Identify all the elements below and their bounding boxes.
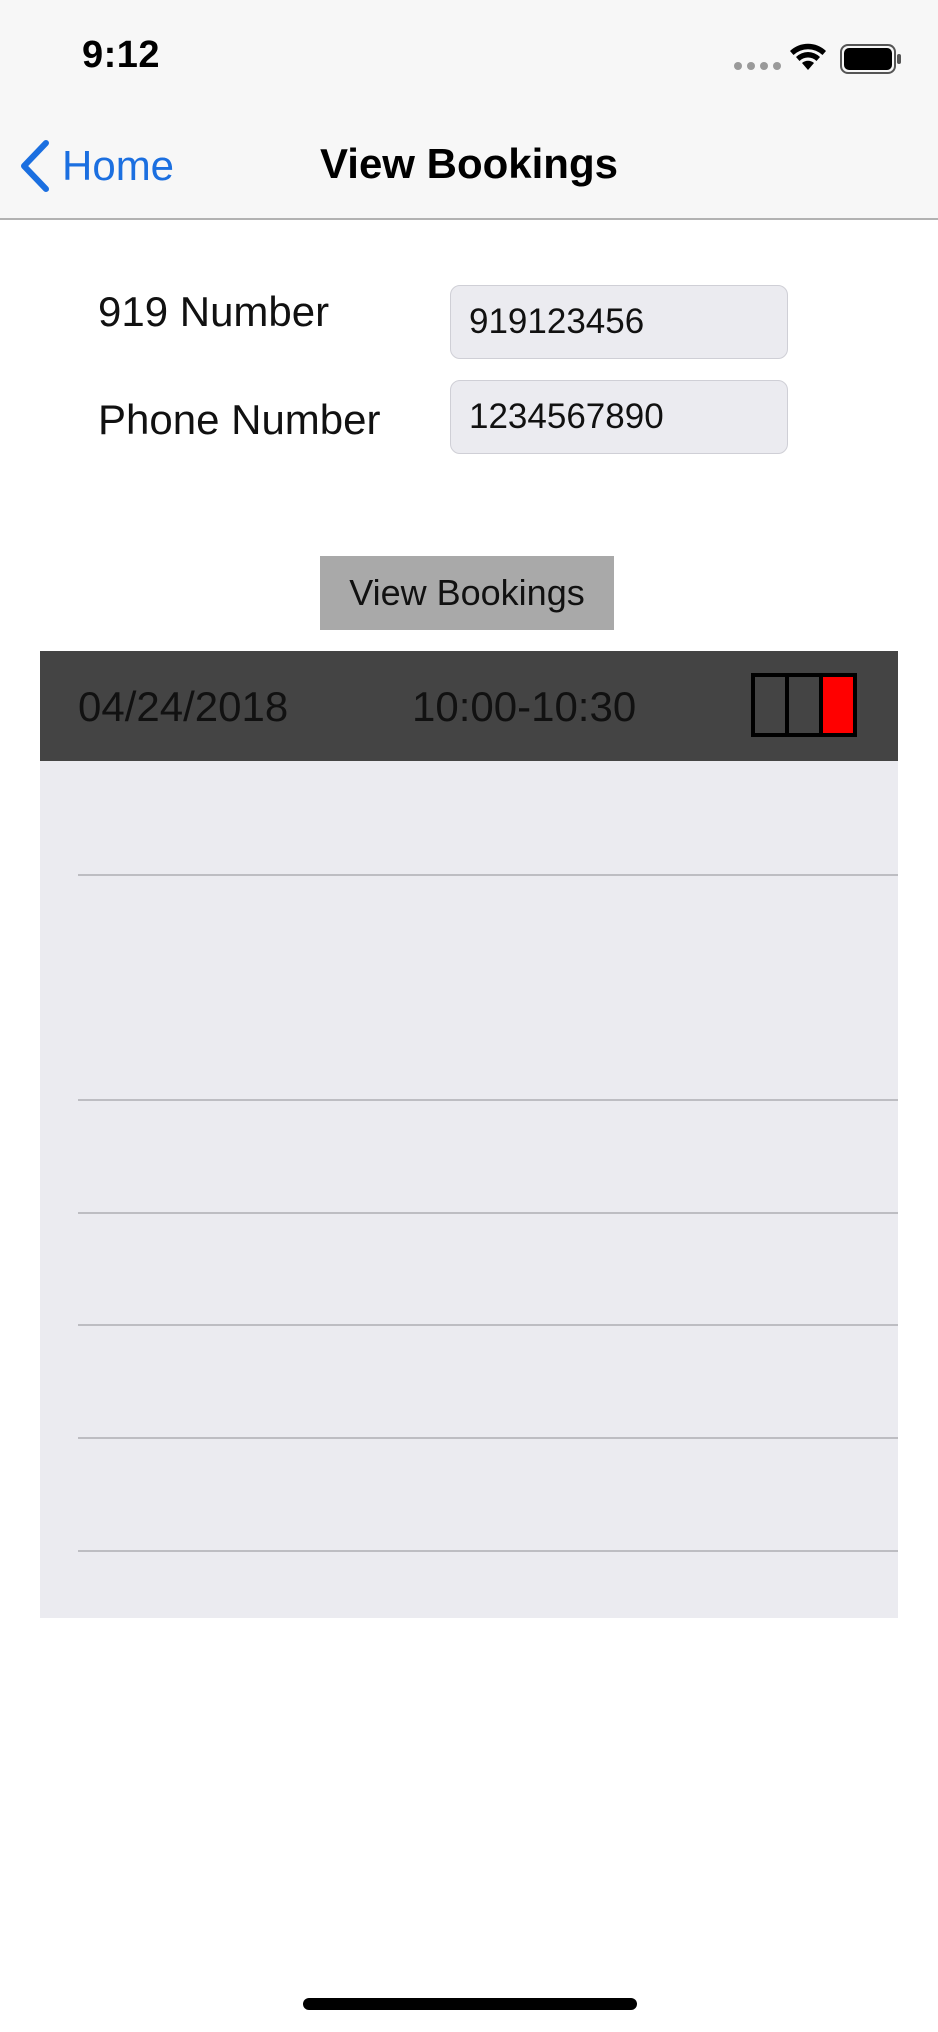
view-bookings-button[interactable]: View Bookings [320, 556, 614, 630]
slot-filled [819, 677, 853, 733]
phone-number-input[interactable]: 1234567890 [450, 380, 788, 454]
status-time: 9:12 [82, 34, 161, 76]
slot-empty [785, 677, 819, 733]
row-separator [78, 1099, 898, 1101]
slot-empty [755, 677, 785, 733]
home-indicator[interactable] [303, 1998, 637, 2010]
row-separator [78, 1437, 898, 1439]
row-separator [78, 1550, 898, 1552]
wifi-icon [790, 43, 826, 70]
page-title: View Bookings [320, 140, 618, 187]
number-919-label: 919 Number [98, 288, 330, 335]
row-separator [78, 874, 898, 876]
bookings-table[interactable]: 04/24/2018 10:00-10:30 [40, 651, 898, 1618]
number-919-input[interactable]: 919123456 [450, 285, 788, 359]
table-row[interactable]: 04/24/2018 10:00-10:30 [40, 651, 898, 761]
booking-date: 04/24/2018 [78, 683, 289, 730]
battery-icon [840, 44, 901, 74]
booking-time: 10:00-10:30 [412, 683, 637, 730]
phone-number-label: Phone Number [98, 396, 381, 443]
cellular-signal-icon [734, 62, 781, 70]
slot-indicator [751, 673, 857, 737]
row-separator [78, 1212, 898, 1214]
row-separator [78, 1324, 898, 1326]
